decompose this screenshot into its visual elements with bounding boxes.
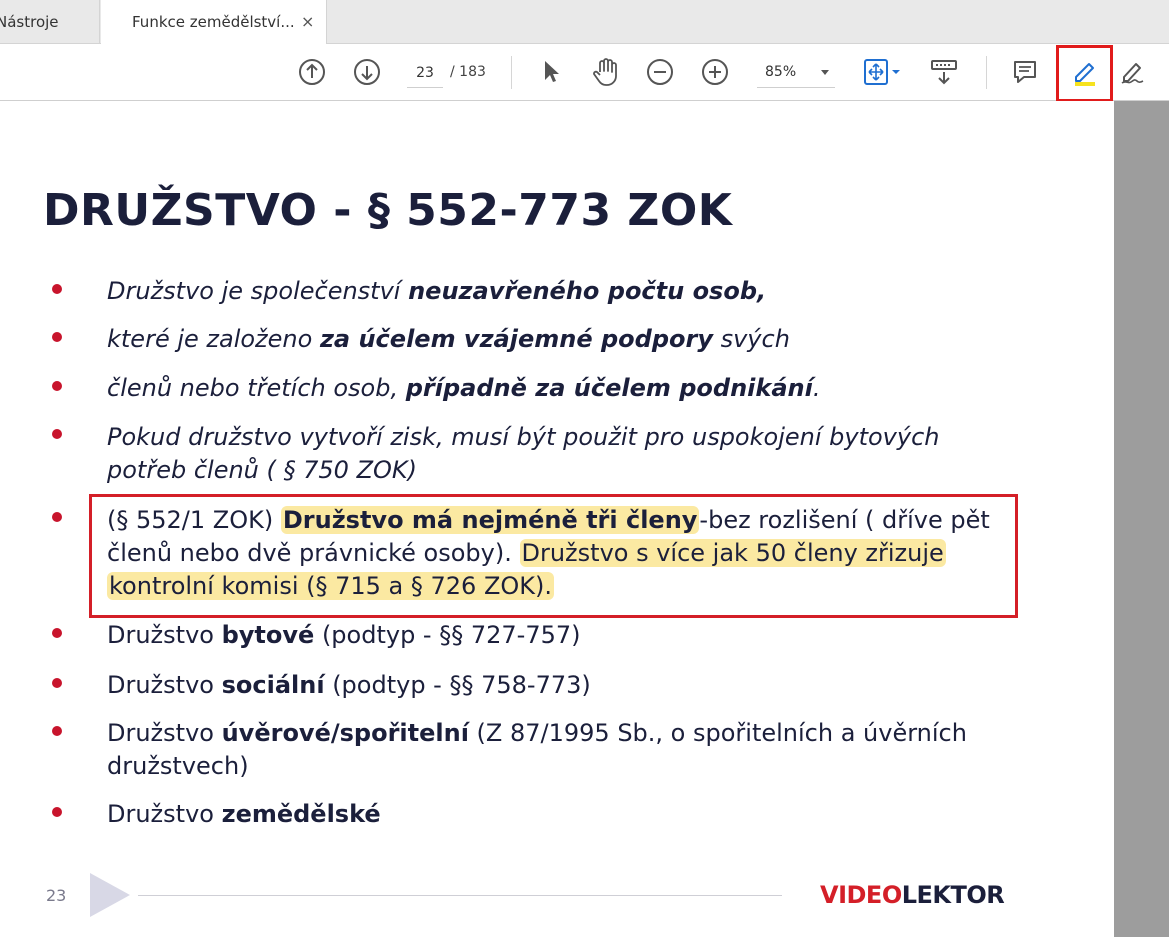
bullet-text: sociální xyxy=(221,671,325,699)
scroll-down-icon[interactable] xyxy=(351,56,383,88)
vertical-scrollbar[interactable] xyxy=(1114,101,1169,937)
bullet-text: bytové xyxy=(221,621,315,649)
highlighted-text: Družstvo s více jak 50 členy zřizuje xyxy=(519,539,946,567)
bullet-text: případně za účelem podnikání xyxy=(405,374,813,402)
bullet-text-line: které je založeno za účelem vzájemné pod… xyxy=(107,323,790,356)
bullet-text-line: Družstvo bytové (podtyp - §§ 727-757) xyxy=(107,619,581,652)
bullet-text: svých xyxy=(712,325,790,353)
bullet-dot xyxy=(52,512,62,522)
bullet-text: členů nebo dvě právnické osoby). xyxy=(107,539,520,567)
bullet-text: neuzavřeného počtu osob xyxy=(408,277,758,305)
toolbar: / 183 85% xyxy=(0,44,1169,102)
bullet-dot xyxy=(52,678,62,688)
bullet-text: Družstvo xyxy=(107,719,222,747)
bullet-text: (§ 552/1 ZOK) xyxy=(107,506,281,534)
toolbar-divider xyxy=(986,56,987,89)
comment-icon[interactable] xyxy=(1009,56,1041,88)
read-mode-icon[interactable] xyxy=(928,56,960,88)
bullet-text: (podtyp - §§ 758-773) xyxy=(324,671,591,699)
bullet-text: zemědělské xyxy=(221,800,381,828)
bullet-text: družstvech) xyxy=(107,752,249,780)
videolektor-logo: VIDEOLEKTOR xyxy=(820,881,1005,909)
bullet-text-line: Družstvo je společenství neuzavřeného po… xyxy=(107,275,766,308)
bullet-dot xyxy=(52,429,62,439)
page-total: / 183 xyxy=(450,64,486,80)
sign-pen-icon[interactable] xyxy=(1118,56,1150,88)
page-number-input[interactable] xyxy=(407,58,443,88)
bullet-text: úvěrové/spořitelní xyxy=(221,719,469,747)
logo-part-lektor: LEKTOR xyxy=(901,881,1005,909)
bullet-text: Družstvo xyxy=(107,621,222,649)
bullet-dot xyxy=(52,381,62,391)
bullet-text: Pokud družstvo vytvoří zisk, musí být po… xyxy=(107,423,940,451)
close-icon[interactable]: × xyxy=(301,0,314,44)
bullet-dot xyxy=(52,628,62,638)
highlighted-text: kontrolní komisi (§ 715 a § 726 ZOK). xyxy=(107,572,555,600)
bullet-dot xyxy=(52,284,62,294)
bullet-text-line: členů nebo dvě právnické osoby). Družstv… xyxy=(107,537,946,570)
scroll-up-icon[interactable] xyxy=(296,56,328,88)
bullet-text-line: členů nebo třetích osob, případně za úče… xyxy=(107,372,821,405)
zoom-value: 85% xyxy=(765,64,797,80)
hand-pan-icon[interactable] xyxy=(590,56,622,88)
bullet-text: které je založeno xyxy=(107,325,320,353)
bullet-text: -bez rozlišení ( dříve pět xyxy=(699,506,990,534)
footer-divider xyxy=(138,895,782,896)
tab-bar: Nástroje Funkce zemědělství... × xyxy=(0,0,1169,45)
bullet-text: (Z 87/1995 Sb., o spořitelních a úvěrníc… xyxy=(468,719,967,747)
bullet-text-line: Pokud družstvo vytvoří zisk, musí být po… xyxy=(107,421,939,454)
bullet-text-line: Družstvo zemědělské xyxy=(107,798,381,831)
bullet-dot xyxy=(52,332,62,342)
chevron-down-icon xyxy=(821,70,829,75)
bullet-dot xyxy=(52,807,62,817)
slide-page: DRUŽSTVO - § 552-773 ZOK Družstvo je spo… xyxy=(0,101,1114,937)
slide-title: DRUŽSTVO - § 552-773 ZOK xyxy=(43,185,733,236)
bullet-text-line: potřeb členů ( § 750 ZOK) xyxy=(107,454,417,487)
zoom-out-icon[interactable] xyxy=(644,56,676,88)
bullet-text-line: družstvech) xyxy=(107,750,249,783)
bullet-text-line: (§ 552/1 ZOK) Družstvo má nejméně tři čl… xyxy=(107,504,990,537)
bullet-text: za účelem vzájemné podpory xyxy=(319,325,713,353)
bullet-text: členů nebo třetích osob, xyxy=(107,374,406,402)
select-cursor-icon[interactable] xyxy=(535,56,567,88)
tab-tools[interactable]: Nástroje xyxy=(0,0,100,44)
toolbar-divider xyxy=(511,56,512,89)
highlighted-text: Družstvo má nejméně tři členy xyxy=(280,506,700,534)
logo-part-video: VIDEO xyxy=(820,881,902,909)
slide-page-number: 23 xyxy=(46,886,67,905)
bullet-text-line: Družstvo sociální (podtyp - §§ 758-773) xyxy=(107,669,591,702)
bullet-text: potřeb členů ( § 750 ZOK) xyxy=(107,456,417,484)
bullet-text-line: Družstvo úvěrové/spořitelní (Z 87/1995 S… xyxy=(107,717,967,750)
zoom-dropdown[interactable]: 85% xyxy=(757,58,835,88)
tab-document[interactable]: Funkce zemědělství... × xyxy=(101,0,327,45)
bullet-text: Družstvo xyxy=(107,800,222,828)
play-icon xyxy=(90,873,130,917)
tab-document-label: Funkce zemědělství... xyxy=(132,13,295,31)
bullet-text-line: kontrolní komisi (§ 715 a § 726 ZOK). xyxy=(107,570,555,603)
bullet-text: . xyxy=(812,374,821,402)
bullet-text: Družstvo xyxy=(107,671,222,699)
highlight-pen-icon[interactable] xyxy=(1068,56,1100,88)
bullet-text: , xyxy=(757,277,767,305)
fit-page-icon[interactable] xyxy=(860,56,904,88)
bullet-text: (podtyp - §§ 727-757) xyxy=(314,621,581,649)
bullet-dot xyxy=(52,726,62,736)
bullet-text: Družstvo je společenství xyxy=(107,277,409,305)
zoom-in-icon[interactable] xyxy=(699,56,731,88)
